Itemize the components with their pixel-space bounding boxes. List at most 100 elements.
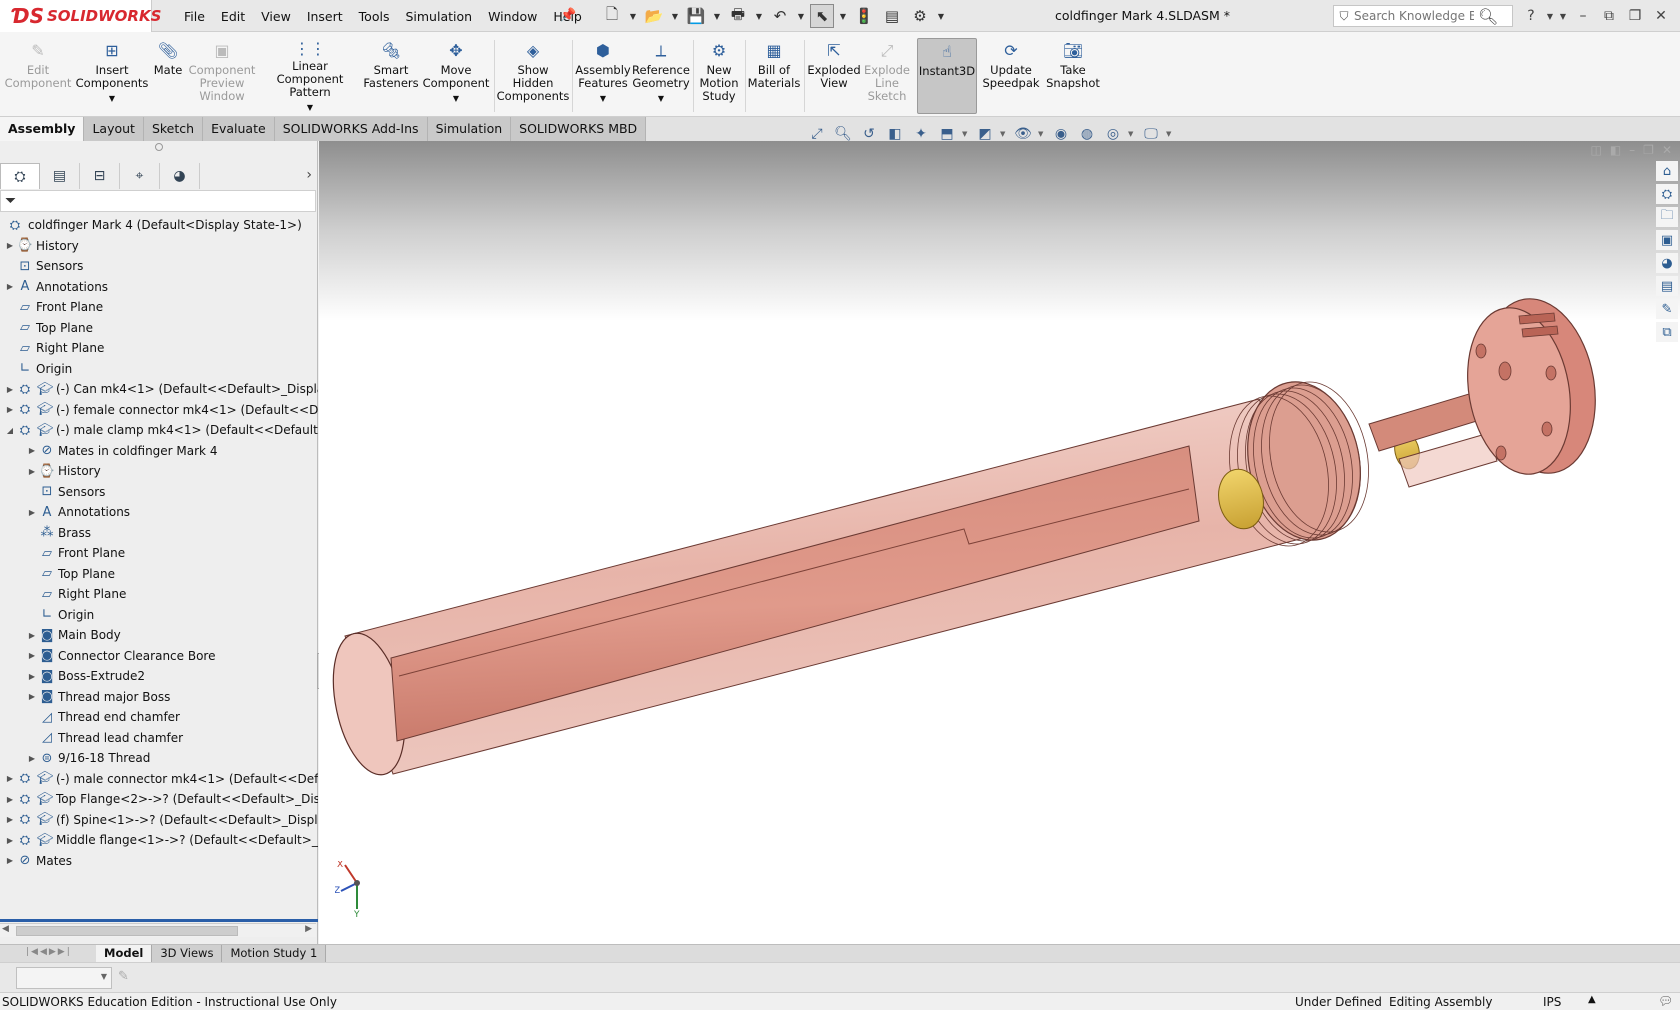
filter-icon[interactable]: ⏷ xyxy=(5,193,16,209)
menu-insert[interactable]: Insert xyxy=(299,9,351,24)
expand-arrow-icon[interactable]: ▶ xyxy=(4,795,16,804)
expand-arrow-icon[interactable]: ▶ xyxy=(26,692,38,701)
viewport-close-icon[interactable]: ✕ xyxy=(1662,143,1672,157)
smart-fasteners-button[interactable]: 🔩︎ Smart Fasteners xyxy=(362,38,420,114)
open-dropdown-icon[interactable]: ▼ xyxy=(670,12,680,21)
tree-boss-extrude2[interactable]: ▶ ◙ Boss-Extrude2 xyxy=(26,665,145,687)
move-component-button[interactable]: ✥ Move Component ▼ xyxy=(422,38,490,114)
undo-icon[interactable]: ↶ xyxy=(768,4,792,28)
tree-clamp-origin[interactable]: ∟ Origin xyxy=(26,604,95,626)
expand-arrow-icon[interactable]: ▶ xyxy=(4,836,16,845)
units-selector[interactable]: IPS xyxy=(1543,995,1561,1009)
tree-clamp-right-plane[interactable]: ▱ Right Plane xyxy=(26,583,126,605)
insert-components-dropdown-icon[interactable]: ▼ xyxy=(109,92,115,105)
component-preview-window-button[interactable]: ▣ Component Preview Window xyxy=(188,38,256,114)
collapse-arrow-icon[interactable]: ◢ xyxy=(4,426,16,435)
assembly-features-dropdown-icon[interactable]: ▼ xyxy=(600,92,606,105)
tab-simulation[interactable]: Simulation xyxy=(427,117,512,141)
tab-layout[interactable]: Layout xyxy=(84,117,144,141)
edit-component-button[interactable]: ✎ Edit Component xyxy=(4,38,72,114)
new-document-icon[interactable]: 🗋 xyxy=(600,4,624,28)
expand-arrow-icon[interactable]: ▶ xyxy=(26,467,38,476)
panel-grip-icon[interactable] xyxy=(155,143,163,151)
expand-arrow-icon[interactable]: ▶ xyxy=(26,631,38,640)
tree-clamp-history[interactable]: ▶ ⌚ History xyxy=(26,460,101,482)
options-dropdown-icon[interactable]: ▼ xyxy=(936,12,946,21)
close-icon[interactable]: ✕ xyxy=(1648,4,1674,28)
linear-component-pattern-button[interactable]: ⋮⋮ Linear Component Pattern ▼ xyxy=(260,38,360,114)
display-manager-tab-icon[interactable]: ◕ xyxy=(160,163,200,189)
file-explorer-icon[interactable]: 🗀 xyxy=(1656,207,1678,227)
tab-addins[interactable]: SOLIDWORKS Add-Ins xyxy=(274,117,428,141)
tree-clamp-sensors[interactable]: ⊡ Sensors xyxy=(26,481,106,503)
undo-dropdown-icon[interactable]: ▼ xyxy=(796,12,806,21)
tree-sensors[interactable]: ⊡ Sensors xyxy=(4,255,84,277)
expand-arrow-icon[interactable]: ▶ xyxy=(26,672,38,681)
bill-of-materials-button[interactable]: ▦ Bill of Materials xyxy=(748,38,801,114)
tree-female-connector[interactable]: ▶ ⛭ 🎓︎ (-) female connector mk4<1> (Default… xyxy=(4,399,318,421)
print-icon[interactable]: 🖶 xyxy=(726,4,750,28)
restore-icon[interactable]: ❐ xyxy=(1622,4,1648,28)
status-bubble-icon[interactable]: 💬︎ xyxy=(1658,994,1673,1008)
print-dropdown-icon[interactable]: ▼ xyxy=(754,12,764,21)
tile-windows-icon[interactable]: ⧉ xyxy=(1596,4,1622,28)
expand-arrow-icon[interactable]: ▶ xyxy=(4,241,16,250)
viewport-split2-icon[interactable]: ◧ xyxy=(1610,143,1621,157)
graphics-area[interactable]: X Y Z ◫ ◧ – ❐ ✕ xyxy=(319,141,1680,944)
edit-pen-icon[interactable]: ✎ xyxy=(118,969,129,984)
tree-filter[interactable]: ⏷ xyxy=(0,190,316,212)
hide-show-items-icon[interactable]: 👁︎ xyxy=(1012,123,1034,145)
expand-arrow-icon[interactable]: ▶ xyxy=(4,815,16,824)
tree-mates-in-coldfinger[interactable]: ▶ ⊘ Mates in coldfinger Mark 4 xyxy=(26,440,218,462)
design-library-icon[interactable]: ⛭ xyxy=(1656,184,1678,204)
minimize-icon[interactable]: – xyxy=(1570,4,1596,28)
viewport-split-icon[interactable]: ◫ xyxy=(1590,143,1601,157)
menu-file[interactable]: File xyxy=(176,9,213,24)
tree-front-plane[interactable]: ▱ Front Plane xyxy=(4,296,103,318)
tree-mates[interactable]: ▶ ⊘ Mates xyxy=(4,850,72,872)
rebuild-traffic-light-icon[interactable]: 🚦 xyxy=(852,4,876,28)
tree-male-clamp[interactable]: ◢ ⛭ 🎓︎ (-) male clamp mk4<1> (Default<<Defa… xyxy=(4,419,318,441)
coldfinger-model[interactable] xyxy=(319,141,1680,944)
help-question-icon[interactable]: ? xyxy=(1518,4,1544,28)
scroll-left-icon[interactable]: ◀ xyxy=(2,924,9,934)
display-pane-dropdown-icon[interactable]: ▼ xyxy=(1166,130,1174,138)
tree-clamp-top-plane[interactable]: ▱ Top Plane xyxy=(26,563,115,585)
tab-model[interactable]: Model xyxy=(96,945,153,963)
tree-top-plane[interactable]: ▱ Top Plane xyxy=(4,317,93,339)
tree-right-plane[interactable]: ▱ Right Plane xyxy=(4,337,104,359)
zoom-to-fit-icon[interactable]: ⤢ xyxy=(806,123,828,145)
search-icon[interactable]: 🔍︎ xyxy=(1478,7,1498,26)
tree-top-flange[interactable]: ▶ ⛭ 🎓︎ Top Flange<2>->? (Default<<Default>_… xyxy=(4,788,318,810)
explode-line-sketch-button[interactable]: ⤢ Explode Line Sketch xyxy=(862,38,912,114)
select-cursor-icon[interactable]: ⬉ xyxy=(810,4,834,28)
display-style-dropdown-icon[interactable]: ▼ xyxy=(1000,130,1008,138)
instant3d-button[interactable]: ☝ Instant3D xyxy=(917,38,977,114)
dynamic-annotation-icon[interactable]: ✦ xyxy=(910,123,932,145)
tab-3d-views[interactable]: 3D Views xyxy=(152,945,223,963)
save-icon[interactable]: 💾 xyxy=(684,4,708,28)
new-motion-study-button[interactable]: ⚙ New Motion Study xyxy=(696,38,742,114)
menu-tools[interactable]: Tools xyxy=(351,9,398,24)
section-view-icon[interactable]: ◧ xyxy=(884,123,906,145)
tree-thread[interactable]: ▶ ⊜ 9/16-18 Thread xyxy=(26,747,150,769)
tree-thread-end-chamfer[interactable]: ◿ Thread end chamfer xyxy=(26,706,180,728)
search-input[interactable] xyxy=(1354,9,1474,23)
previous-view-icon[interactable]: ↺ xyxy=(858,123,880,145)
menu-simulation[interactable]: Simulation xyxy=(397,9,480,24)
tree-horizontal-scrollbar[interactable]: ◀ ▶ xyxy=(0,923,316,937)
tree-brass[interactable]: ⁂ Brass xyxy=(26,522,92,544)
display-style-icon[interactable]: ◩ xyxy=(974,123,996,145)
units-up-icon[interactable]: ▲ xyxy=(1588,994,1596,1005)
mate-button[interactable]: 📎︎ Mate xyxy=(150,38,186,114)
tab-sketch[interactable]: Sketch xyxy=(143,117,204,141)
view-orientation-icon[interactable]: ⬒ xyxy=(936,123,958,145)
tree-thread-major-boss[interactable]: ▶ ◙ Thread major Boss xyxy=(26,686,170,708)
scroll-right-icon[interactable]: ▶ xyxy=(305,924,312,934)
zoom-to-area-icon[interactable]: 🔍︎ xyxy=(832,123,854,145)
tree-origin[interactable]: ∟ Origin xyxy=(4,358,73,380)
tree-history[interactable]: ▶ ⌚ History xyxy=(4,235,79,257)
solidworks-forum-icon[interactable]: ✎ xyxy=(1656,299,1678,319)
menu-edit[interactable]: Edit xyxy=(213,9,253,24)
property-manager-tab-icon[interactable]: ▤ xyxy=(40,163,80,189)
